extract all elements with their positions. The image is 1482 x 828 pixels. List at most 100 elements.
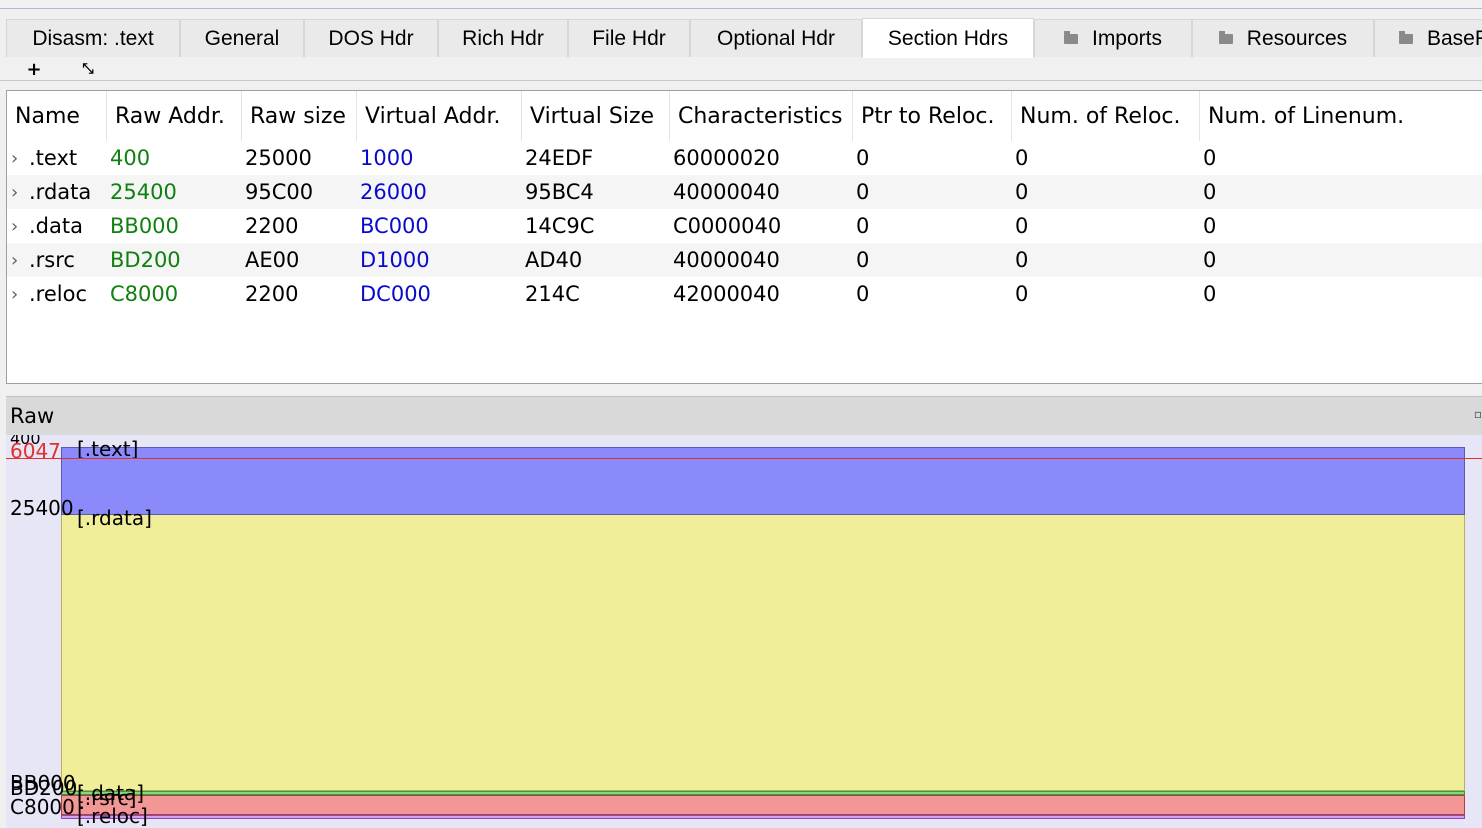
segment-rsrc[interactable] — [61, 795, 1465, 815]
column-header-raw-size[interactable]: Raw size — [242, 91, 357, 141]
tab-label: BaseR — [1427, 26, 1482, 50]
tab-general[interactable]: General — [180, 19, 304, 57]
cell-raw-addr[interactable]: BB000 — [110, 209, 179, 243]
table-row[interactable]: › .reloc C8000 2200 DC000 214C 42000040 … — [7, 277, 1482, 311]
tab-label: Section Hdrs — [887, 26, 1009, 50]
folder-icon — [1399, 30, 1413, 44]
tab-dos-hdr[interactable]: DOS Hdr — [304, 19, 438, 57]
cell-raw-size: 95C00 — [245, 180, 314, 204]
column-header-num-linenum[interactable]: Num. of Linenum. — [1200, 91, 1482, 141]
cell-raw-size: AE00 — [245, 248, 300, 272]
cursor-addr-label: 6047 — [10, 439, 61, 463]
cell-raw-size: 25000 — [245, 146, 312, 170]
tab-label: Resources — [1246, 26, 1348, 50]
cell-name: .rdata — [29, 180, 92, 204]
segment-label: [.reloc] — [77, 804, 148, 828]
tab-rich-hdr[interactable]: Rich Hdr — [438, 19, 568, 57]
cell-num-linenum: 0 — [1203, 248, 1217, 272]
expand-icon: ⤡ — [82, 61, 94, 77]
column-header-num-reloc[interactable]: Num. of Reloc. — [1012, 91, 1200, 141]
expand-button[interactable]: ⤡ — [76, 58, 100, 80]
cell-ptr-reloc: 0 — [856, 248, 870, 272]
cell-num-reloc: 0 — [1015, 214, 1029, 238]
tab-imports[interactable]: Imports — [1034, 19, 1192, 57]
cell-raw-addr[interactable]: 400 — [110, 141, 150, 175]
chevron-right-icon[interactable]: › — [11, 243, 18, 277]
tab-label: Rich Hdr — [462, 26, 544, 50]
column-header-raw-addr[interactable]: Raw Addr. — [107, 91, 242, 141]
tab-disasm-text[interactable]: Disasm: .text — [6, 19, 180, 57]
tab-label: General — [204, 26, 280, 50]
segment-rdata[interactable] — [61, 515, 1465, 791]
cell-virtual-size: 214C — [525, 282, 580, 306]
column-header-characteristics[interactable]: Characteristics — [670, 91, 853, 141]
column-header-virtual-addr[interactable]: Virtual Addr. — [357, 91, 522, 141]
table-row[interactable]: › .rsrc BD200 AE00 D1000 AD40 40000040 0… — [7, 243, 1482, 277]
cell-name: .reloc — [29, 282, 87, 306]
cell-name: .text — [29, 146, 78, 170]
cell-raw-size: 2200 — [245, 214, 299, 238]
tab-optional-hdr[interactable]: Optional Hdr — [690, 19, 862, 57]
cell-name: .data — [29, 214, 83, 238]
table-row[interactable]: › .rdata 25400 95C00 26000 95BC4 4000004… — [7, 175, 1482, 209]
table-row[interactable]: › .text 400 25000 1000 24EDF 60000020 0 … — [7, 141, 1482, 175]
cell-characteristics: 60000020 — [673, 146, 780, 170]
tab-resources[interactable]: Resources — [1192, 19, 1374, 57]
segment-reloc[interactable] — [61, 815, 1465, 819]
segment-label: [.rdata] — [77, 506, 152, 530]
table-toolbar: + ⤡ — [0, 58, 1482, 81]
cell-raw-size: 2200 — [245, 282, 299, 306]
cell-characteristics: 40000040 — [673, 248, 780, 272]
tab-section-hdrs[interactable]: Section Hdrs — [862, 18, 1034, 58]
column-header-virtual-size[interactable]: Virtual Size — [522, 91, 670, 141]
cell-virtual-addr[interactable]: DC000 — [360, 277, 431, 311]
table-row[interactable]: › .data BB000 2200 BC000 14C9C C0000040 … — [7, 209, 1482, 243]
cell-raw-addr[interactable]: 25400 — [110, 175, 177, 209]
cell-virtual-addr[interactable]: 1000 — [360, 141, 413, 175]
cell-num-reloc: 0 — [1015, 180, 1029, 204]
cell-ptr-reloc: 0 — [856, 146, 870, 170]
table-header: Name Raw Addr. Raw size Virtual Addr. Vi… — [7, 91, 1482, 141]
cell-ptr-reloc: 0 — [856, 180, 870, 204]
tab-basereloc[interactable]: BaseR — [1374, 19, 1482, 57]
tab-label: Disasm: .text — [32, 26, 154, 50]
cell-num-reloc: 0 — [1015, 282, 1029, 306]
cell-raw-addr[interactable]: C8000 — [110, 277, 178, 311]
chevron-right-icon[interactable]: › — [11, 209, 18, 243]
chevron-right-icon[interactable]: › — [11, 175, 18, 209]
tab-label: Optional Hdr — [717, 26, 835, 50]
section-headers-table: Name Raw Addr. Raw size Virtual Addr. Vi… — [6, 90, 1482, 384]
column-header-name[interactable]: Name — [7, 91, 107, 141]
cell-num-reloc: 0 — [1015, 248, 1029, 272]
raw-panel-header: Raw ▫ — [6, 396, 1482, 436]
raw-section-map[interactable]: 400 [.text] 25400 [.rdata] BB000 BD200 C… — [6, 435, 1482, 828]
tab-bar: Disasm: .text General DOS Hdr Rich Hdr F… — [0, 18, 1482, 59]
window-top-strip — [0, 0, 1482, 9]
tab-label: DOS Hdr — [328, 26, 414, 50]
tab-file-hdr[interactable]: File Hdr — [568, 19, 690, 57]
cell-num-reloc: 0 — [1015, 146, 1029, 170]
cell-ptr-reloc: 0 — [856, 214, 870, 238]
add-button[interactable]: + — [22, 58, 46, 80]
chevron-right-icon[interactable]: › — [11, 277, 18, 311]
column-header-ptr-reloc[interactable]: Ptr to Reloc. — [853, 91, 1012, 141]
chevron-right-icon[interactable]: › — [11, 141, 18, 175]
cell-virtual-size: AD40 — [525, 248, 583, 272]
cell-virtual-addr[interactable]: D1000 — [360, 243, 430, 277]
cell-ptr-reloc: 0 — [856, 282, 870, 306]
cell-num-linenum: 0 — [1203, 282, 1217, 306]
cell-virtual-addr[interactable]: 26000 — [360, 175, 427, 209]
raw-panel-title: Raw — [10, 404, 55, 428]
cell-raw-addr[interactable]: BD200 — [110, 243, 181, 277]
cell-num-linenum: 0 — [1203, 214, 1217, 238]
undock-icon[interactable]: ▫ — [1474, 407, 1482, 421]
cell-virtual-size: 14C9C — [525, 214, 595, 238]
tab-label: Imports — [1091, 26, 1162, 50]
cell-virtual-addr[interactable]: BC000 — [360, 209, 429, 243]
plus-icon: + — [26, 58, 42, 80]
cell-num-linenum: 0 — [1203, 146, 1217, 170]
cell-virtual-size: 24EDF — [525, 146, 594, 170]
cursor-line — [6, 458, 1482, 459]
cell-characteristics: 42000040 — [673, 282, 780, 306]
cell-characteristics: 40000040 — [673, 180, 780, 204]
